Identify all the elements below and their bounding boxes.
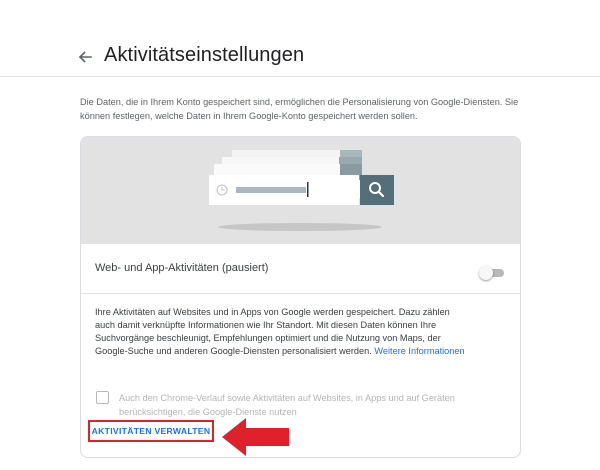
illustration (81, 137, 520, 244)
page-title: Aktivitätseinstellungen (104, 44, 305, 66)
toggle-thumb (479, 266, 493, 280)
toggle-label: Web- und App-Aktivitäten (pausiert) (95, 262, 269, 274)
chrome-history-checkbox[interactable] (96, 391, 109, 404)
activity-description: Ihre Aktivitäten auf Websites und in App… (95, 306, 469, 358)
web-app-activity-row[interactable]: Web- und App-Aktivitäten (pausiert) (81, 245, 520, 294)
manage-activities-button[interactable]: AKTIVITÄTEN VERWALTEN (88, 420, 214, 442)
red-arrow-left-icon (220, 416, 292, 458)
activity-toggle-switch[interactable] (479, 266, 505, 280)
activity-card: Web- und App-Aktivitäten (pausiert) Ihre… (80, 136, 521, 458)
page-header: Aktivitätseinstellungen (0, 0, 600, 77)
manage-activities-label: AKTIVITÄTEN VERWALTEN (91, 426, 211, 436)
chrome-history-label: Auch den Chrome-Verlauf sowie Aktivitäte… (119, 393, 455, 417)
arrow-back-icon[interactable] (76, 48, 94, 66)
search-illustration (209, 150, 394, 231)
more-info-link[interactable]: Weitere Informationen (374, 346, 464, 356)
intro-text: Die Daten, die in Ihrem Konto gespeicher… (80, 97, 519, 121)
